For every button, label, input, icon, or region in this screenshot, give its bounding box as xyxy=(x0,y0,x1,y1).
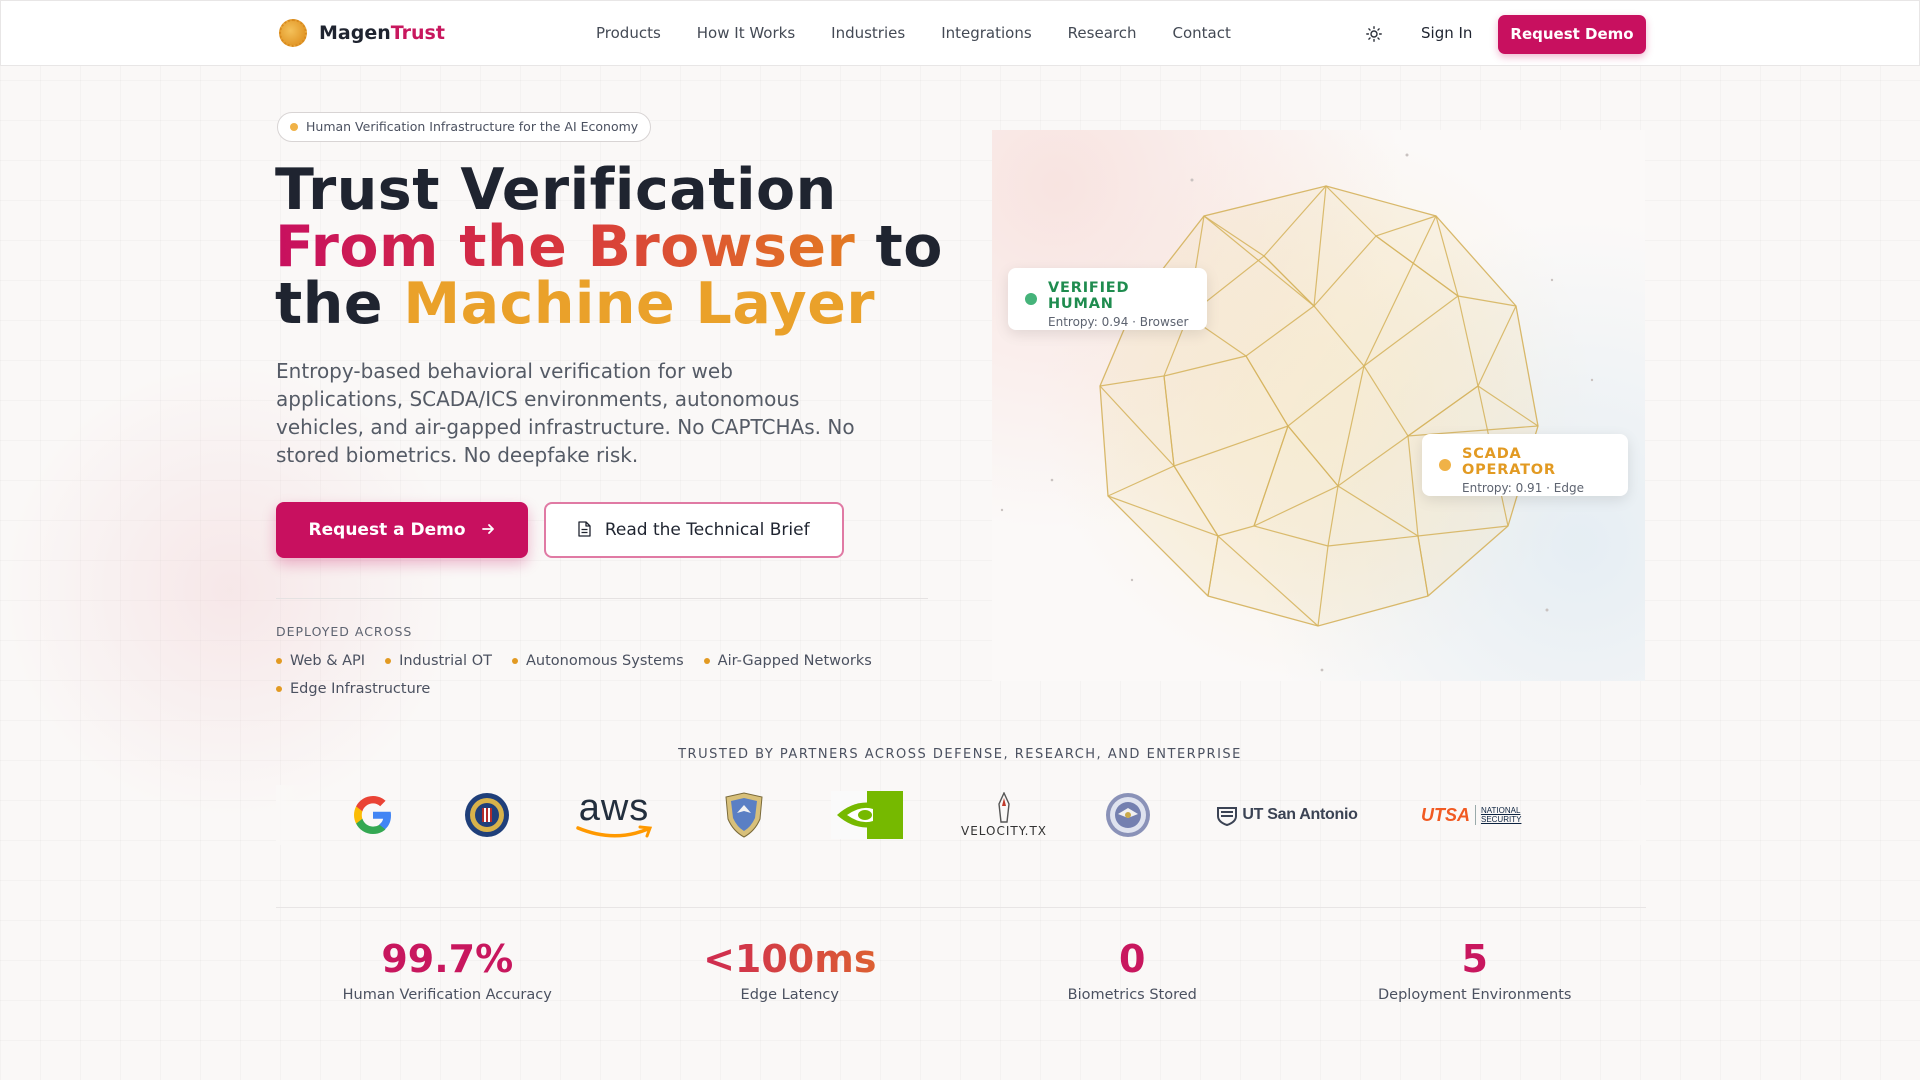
bullet-icon xyxy=(385,658,392,664)
university-shield-icon xyxy=(1217,807,1238,826)
stat-label: Edge Latency xyxy=(740,987,839,1003)
badge-subtitle: Entropy: 0.91 · Edge xyxy=(1462,481,1584,495)
hero-tag-pill: Human Verification Infrastructure for th… xyxy=(277,112,652,142)
hero-subcopy: Entropy-based behavioral verification fo… xyxy=(276,359,855,467)
stats-row: 99.7% Human Verification Accuracy <100ms… xyxy=(276,935,1646,1003)
partners-title: TRUSTED BY PARTNERS ACROSS DEFENSE, RESE… xyxy=(678,747,1242,762)
utsa-nscc-logo: UTSA NATIONAL SECURITY xyxy=(1421,804,1522,825)
air-force-shield-logo xyxy=(722,785,766,845)
brand-logo-link[interactable]: MagenTrust xyxy=(279,19,445,47)
hero-headline: Trust Verification From the Browser to t… xyxy=(275,162,955,333)
status-dot-icon xyxy=(1025,293,1037,305)
nav-link-research[interactable]: Research xyxy=(1068,24,1137,42)
badge-subtitle: Entropy: 0.94 · Browser xyxy=(1048,315,1189,329)
theme-toggle-button[interactable] xyxy=(1363,23,1385,45)
document-icon xyxy=(578,521,592,537)
sun-icon xyxy=(1366,26,1382,42)
nav-link-integrations[interactable]: Integrations xyxy=(941,24,1031,42)
ut-san-antonio-logo: UT San Antonio xyxy=(1212,785,1362,845)
verified-human-badge: VERIFIED HUMAN Entropy: 0.94 · Browser xyxy=(1008,268,1207,330)
stat-value: 0 xyxy=(1119,937,1146,981)
stat-value: 99.7% xyxy=(381,937,514,981)
request-a-demo-label: Request a Demo xyxy=(308,520,466,540)
google-logo xyxy=(350,785,396,845)
bullet-icon xyxy=(276,686,282,692)
bullet-icon xyxy=(276,658,282,664)
hero-tag-text: Human Verification Infrastructure for th… xyxy=(306,119,639,134)
bullet-icon xyxy=(511,658,518,664)
logos-fade-left xyxy=(276,785,306,845)
deployed-across-list: Web & API Industrial OT Autonomous Syste… xyxy=(276,652,916,698)
status-dot-icon xyxy=(1439,459,1451,471)
velocity-tx-logo: VELOCITY.TX xyxy=(961,785,1046,845)
nav-link-contact[interactable]: Contact xyxy=(1172,24,1230,42)
badge-title: SCADA OPERATOR xyxy=(1462,446,1556,478)
headline-accent-gold: Machine Layer xyxy=(403,271,875,337)
top-nav: MagenTrust Products How It Works Industr… xyxy=(0,0,1920,66)
bullet-icon xyxy=(703,658,710,664)
nav-link-products[interactable]: Products xyxy=(596,24,661,42)
stat-label: Human Verification Accuracy xyxy=(342,987,552,1003)
hero-divider xyxy=(276,598,928,599)
stat-value: 5 xyxy=(1461,937,1488,981)
arrow-right-icon xyxy=(482,524,495,534)
read-technical-brief-button[interactable]: Read the Technical Brief xyxy=(544,502,844,558)
stats-divider xyxy=(276,907,1646,908)
nav-links: Products How It Works Industries Integra… xyxy=(596,24,1231,42)
stat-accuracy: 99.7% Human Verification Accuracy xyxy=(276,935,619,1003)
partner-logos-strip: aws VELOCITY.TX UT San Antonio UTSA NATI… xyxy=(276,785,1646,845)
brand-name: MagenTrust xyxy=(319,22,445,44)
headline-line3-start: the xyxy=(275,271,404,337)
stat-label: Biometrics Stored xyxy=(1067,987,1197,1003)
stat-environments: 5 Deployment Environments xyxy=(1304,935,1647,1003)
deploy-item: Web & API xyxy=(276,652,365,670)
stat-biometrics: 0 Biometrics Stored xyxy=(961,935,1304,1003)
wireframe-sphere-graphic xyxy=(1000,153,1594,672)
nav-request-demo-button[interactable]: Request Demo xyxy=(1498,15,1646,54)
aws-logo: aws xyxy=(572,785,656,845)
deploy-item: Industrial OT xyxy=(385,652,492,670)
fbi-seal-logo xyxy=(463,785,511,845)
stat-label: Deployment Environments xyxy=(1378,987,1572,1003)
dod-seal-logo xyxy=(1104,785,1152,845)
deployed-across-title: DEPLOYED ACROSS xyxy=(276,624,413,639)
request-a-demo-button[interactable]: Request a Demo xyxy=(276,502,528,558)
badge-title: VERIFIED HUMAN xyxy=(1048,280,1130,312)
deploy-item: Autonomous Systems xyxy=(511,652,684,670)
scada-operator-badge: SCADA OPERATOR Entropy: 0.91 · Edge xyxy=(1422,434,1628,496)
nav-link-how-it-works[interactable]: How It Works xyxy=(697,24,795,42)
deploy-item: Edge Infrastructure xyxy=(276,680,430,698)
deploy-item: Air-Gapped Networks xyxy=(703,652,872,670)
stat-value: <100ms xyxy=(619,935,962,983)
read-technical-brief-label: Read the Technical Brief xyxy=(604,520,810,540)
brand-mark-icon xyxy=(279,19,307,47)
sign-in-link[interactable]: Sign In xyxy=(1421,24,1472,42)
nav-link-industries[interactable]: Industries xyxy=(831,24,905,42)
nvidia-logo xyxy=(830,785,904,845)
stat-latency: <100ms Edge Latency xyxy=(619,935,962,1003)
logos-fade-right xyxy=(1616,785,1646,845)
hero-visual-panel xyxy=(992,130,1645,681)
tag-dot-icon xyxy=(290,123,298,131)
